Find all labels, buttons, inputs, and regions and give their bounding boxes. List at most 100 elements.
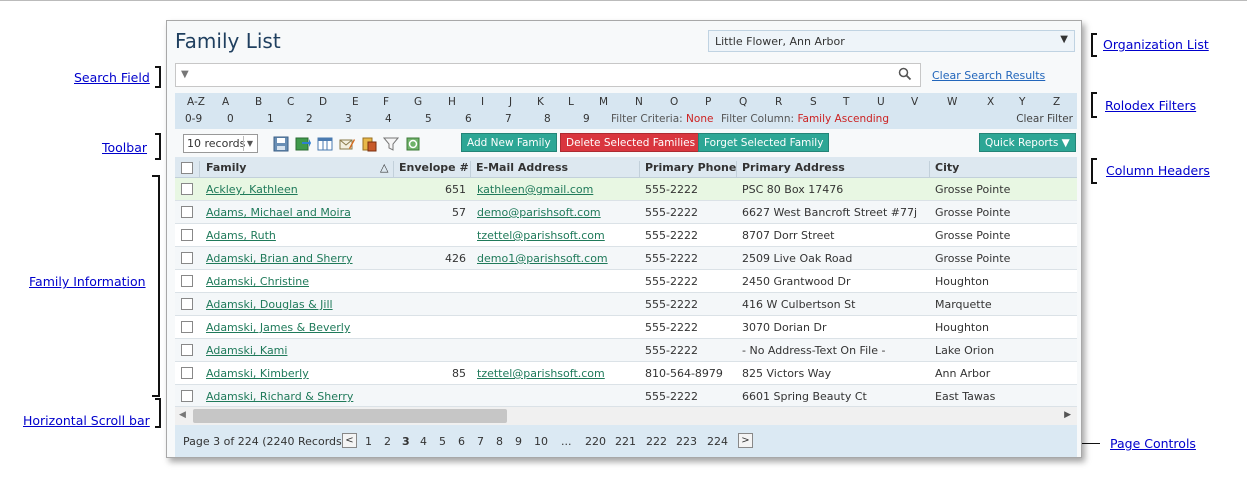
rolodex-letter[interactable]: X (987, 96, 994, 108)
column-header-family[interactable]: Family (206, 161, 246, 174)
row-checkbox[interactable] (181, 344, 193, 356)
rolodex-letter[interactable]: U (877, 96, 885, 108)
delete-selected-families-button[interactable]: Delete Selected Families (560, 133, 702, 152)
table-row[interactable]: Adamski, Kami 555-2222 - No Address-Text… (175, 339, 1077, 362)
rolodex-letter[interactable]: W (947, 96, 957, 108)
records-per-page-select[interactable]: 10 records ▼ (183, 134, 258, 153)
rolodex-digit[interactable]: 2 (306, 113, 313, 125)
filter-icon[interactable] (383, 136, 399, 152)
row-checkbox[interactable] (181, 321, 193, 333)
callout-family-information[interactable]: Family Information (29, 274, 146, 289)
table-row[interactable]: Adamski, Douglas & Jill 555-2222 416 W C… (175, 293, 1077, 316)
callout-toolbar[interactable]: Toolbar (102, 140, 147, 155)
family-name-link[interactable]: Adams, Michael and Moira (206, 206, 351, 219)
row-checkbox[interactable] (181, 206, 193, 218)
rolodex-digit[interactable]: 7 (505, 113, 512, 125)
rolodex-digit[interactable]: 5 (425, 113, 432, 125)
page-link[interactable]: 5 (439, 435, 446, 448)
rolodex-letter[interactable]: S (810, 96, 817, 108)
page-link[interactable]: 9 (515, 435, 522, 448)
rolodex-digit[interactable]: 0 (227, 113, 234, 125)
rolodex-digit[interactable]: 9 (583, 113, 590, 125)
table-columns-icon[interactable] (317, 136, 333, 152)
rolodex-letter[interactable]: G (414, 96, 422, 108)
page-link[interactable]: 220 (585, 435, 606, 448)
table-row[interactable]: Adams, Michael and Moira 57 demo@parishs… (175, 201, 1077, 224)
rolodex-letter[interactable]: D (319, 96, 327, 108)
rolodex-letter[interactable]: T (843, 96, 849, 108)
scroll-right-icon[interactable]: ▶ (1064, 410, 1071, 420)
callout-page-controls[interactable]: Page Controls (1110, 436, 1196, 451)
forget-selected-family-button[interactable]: Forget Selected Family (698, 133, 830, 152)
family-name-link[interactable]: Adams, Ruth (206, 229, 276, 242)
rolodex-letter[interactable]: A (222, 96, 229, 108)
next-page-button[interactable]: > (738, 433, 753, 448)
sort-ascending-icon[interactable]: △ (380, 161, 388, 174)
table-row[interactable]: Adamski, Kimberly 85 tzettel@parishsoft.… (175, 362, 1077, 385)
select-all-checkbox[interactable] (181, 162, 193, 174)
family-name-link[interactable]: Adamski, Brian and Sherry (206, 252, 353, 265)
family-name-link[interactable]: Adamski, Kami (206, 344, 287, 357)
rolodex-letter[interactable]: V (911, 96, 918, 108)
rolodex-letter[interactable]: Y (1019, 96, 1025, 108)
page-link[interactable]: 7 (477, 435, 484, 448)
table-row[interactable]: Adamski, James & Beverly 555-2222 3070 D… (175, 316, 1077, 339)
table-row[interactable]: Adamski, Christine 555-2222 2450 Grantwo… (175, 270, 1077, 293)
rolodex-letter[interactable]: C (287, 96, 294, 108)
horizontal-scrollbar[interactable]: ◀ ▶ (175, 406, 1077, 425)
add-new-family-button[interactable]: Add New Family (461, 133, 557, 152)
rolodex-digit[interactable]: 4 (385, 113, 392, 125)
row-checkbox[interactable] (181, 229, 193, 241)
scroll-left-icon[interactable]: ◀ (179, 410, 186, 420)
callout-rolodex-filters[interactable]: Rolodex Filters (1105, 98, 1196, 113)
rolodex-letter[interactable]: I (481, 96, 484, 108)
refresh-icon[interactable] (405, 136, 421, 152)
previous-page-button[interactable]: < (342, 433, 357, 448)
rolodex-letter[interactable]: J (509, 96, 512, 108)
rolodex-digit[interactable]: 6 (465, 113, 472, 125)
email-link[interactable]: demo@parishsoft.com (477, 206, 601, 219)
column-header-phone[interactable]: Primary Phone (645, 161, 736, 174)
page-link[interactable]: 6 (458, 435, 465, 448)
callout-horizontal-scroll-bar[interactable]: Horizontal Scroll bar (23, 413, 150, 428)
email-link[interactable]: tzettel@parishsoft.com (477, 367, 605, 380)
page-link[interactable]: 224 (707, 435, 728, 448)
family-name-link[interactable]: Adamski, Douglas & Jill (206, 298, 333, 311)
export-excel-icon[interactable] (295, 136, 311, 152)
page-ellipsis[interactable]: ... (561, 435, 572, 448)
rolodex-letter[interactable]: M (599, 96, 608, 108)
row-checkbox[interactable] (181, 367, 193, 379)
email-link[interactable]: kathleen@gmail.com (477, 183, 593, 196)
row-checkbox[interactable] (181, 275, 193, 287)
rolodex-digit[interactable]: 3 (345, 113, 352, 125)
rolodex-letter[interactable]: Q (739, 96, 747, 108)
rolodex-letter[interactable]: O (670, 96, 678, 108)
row-checkbox[interactable] (181, 252, 193, 264)
table-row[interactable]: Adamski, Brian and Sherry 426 demo1@pari… (175, 247, 1077, 270)
callout-column-headers[interactable]: Column Headers (1106, 163, 1210, 178)
rolodex-letter[interactable]: N (635, 96, 643, 108)
quick-reports-button[interactable]: Quick Reports ▼ (979, 133, 1076, 152)
clear-filter-link[interactable]: Clear Filter (1016, 113, 1073, 125)
page-link[interactable]: 2 (384, 435, 391, 448)
rolodex-letter[interactable]: B (255, 96, 262, 108)
search-options-dropdown-icon[interactable]: ▼ (181, 69, 189, 80)
table-row[interactable]: Adams, Ruth tzettel@parishsoft.com 555-2… (175, 224, 1077, 247)
column-header-city[interactable]: City (935, 161, 959, 174)
family-name-link[interactable]: Adamski, Kimberly (206, 367, 309, 380)
page-link[interactable]: 221 (615, 435, 636, 448)
rolodex-digit[interactable]: 8 (544, 113, 551, 125)
page-link[interactable]: 4 (420, 435, 427, 448)
page-link[interactable]: 223 (676, 435, 697, 448)
clear-search-results-link[interactable]: Clear Search Results (932, 69, 1045, 82)
row-checkbox[interactable] (181, 390, 193, 402)
page-link[interactable]: 222 (646, 435, 667, 448)
page-link[interactable]: 1 (365, 435, 372, 448)
column-header-envelope[interactable]: Envelope # (399, 161, 469, 174)
email-edit-icon[interactable] (339, 136, 355, 152)
row-checkbox[interactable] (181, 183, 193, 195)
rolodex-letter[interactable]: L (568, 96, 574, 108)
rolodex-letter[interactable]: Z (1053, 96, 1060, 108)
rolodex-letter[interactable]: R (775, 96, 782, 108)
search-icon[interactable] (898, 67, 912, 81)
